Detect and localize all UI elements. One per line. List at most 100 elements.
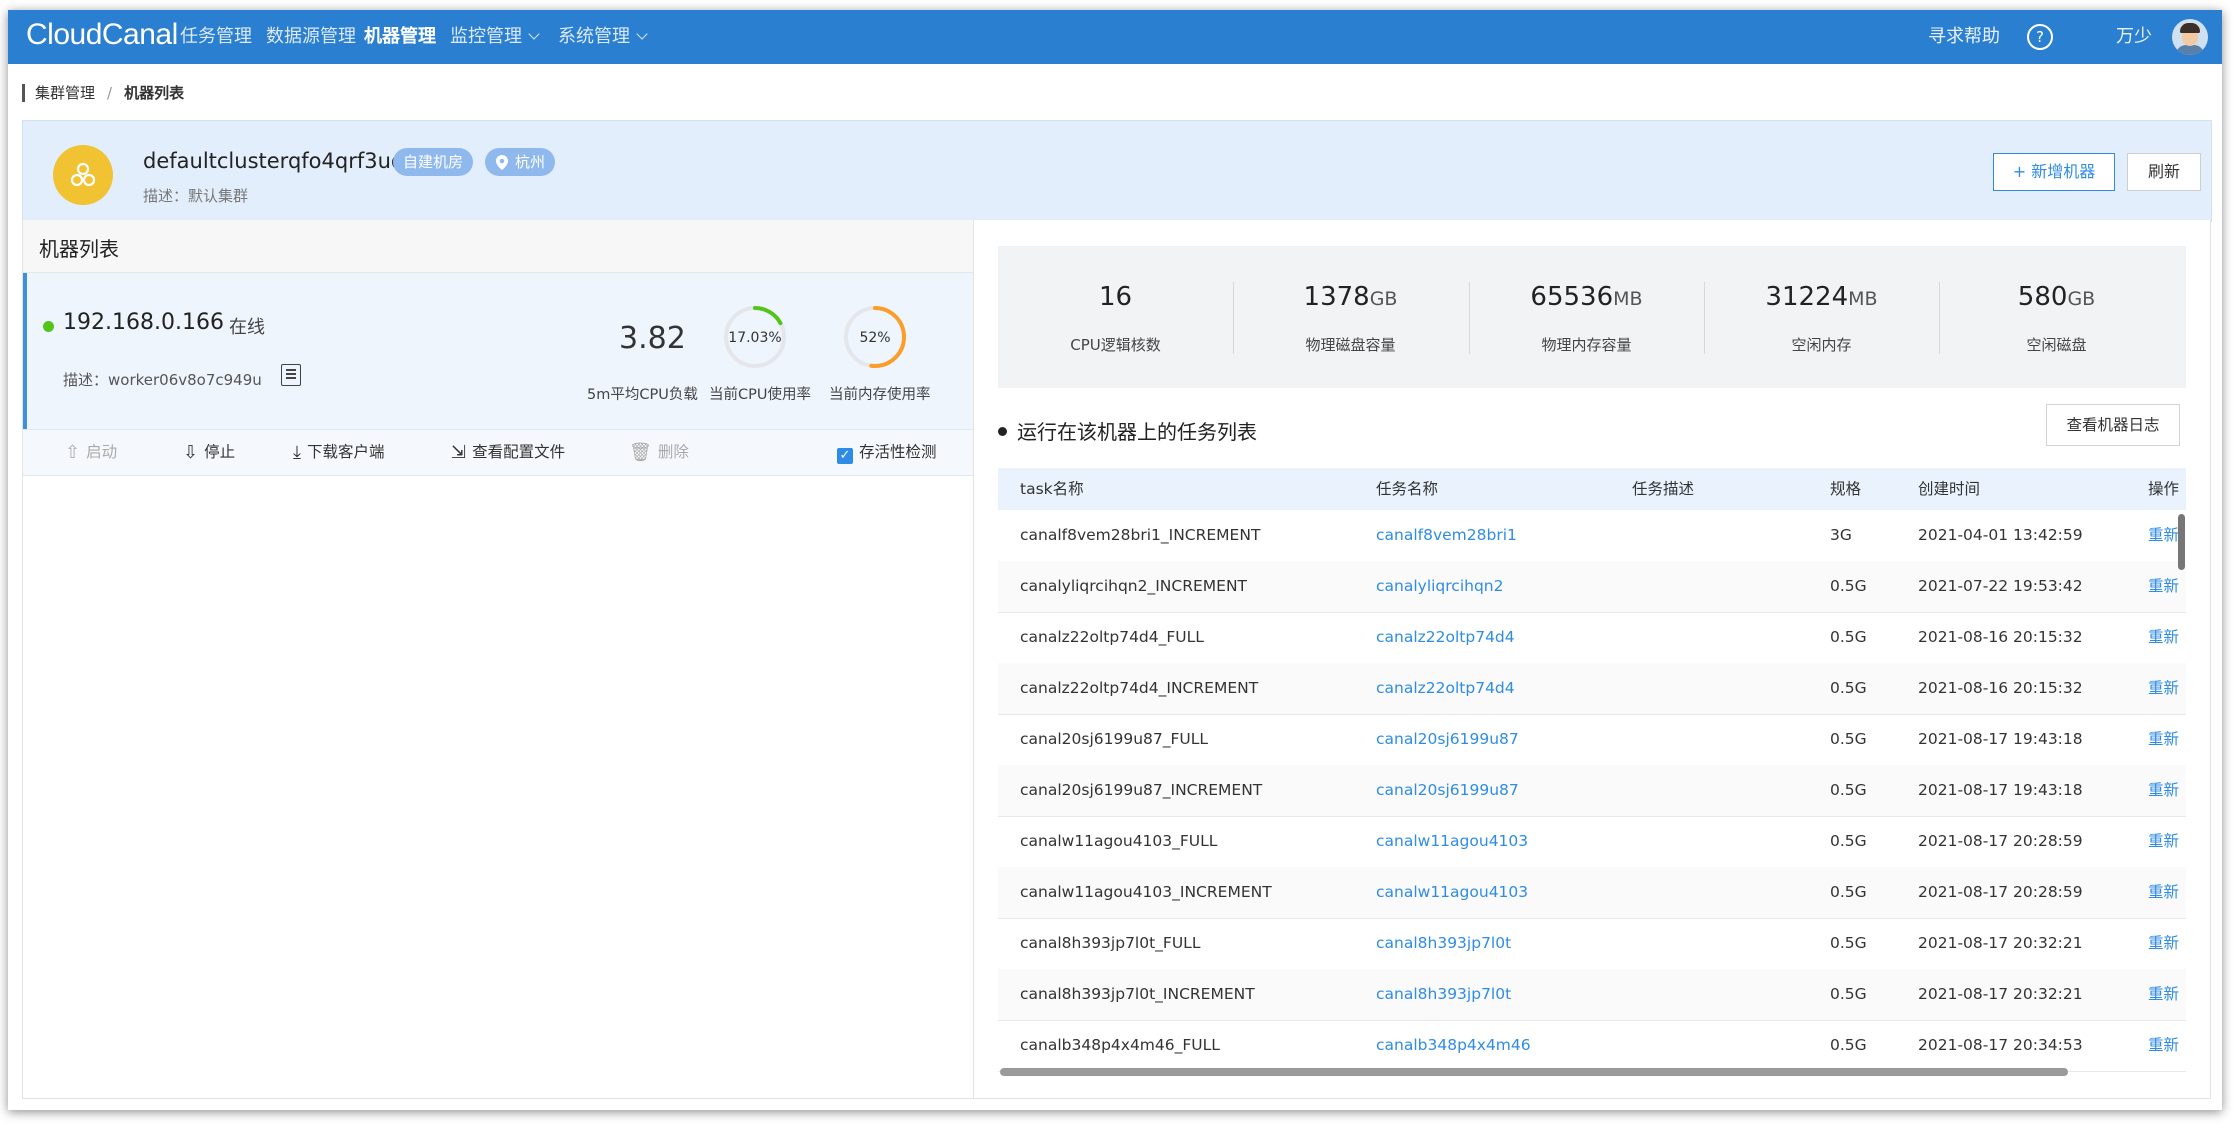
cell-operation-link[interactable]: 重新 — [2148, 816, 2179, 867]
table-row[interactable]: canalb348p4x4m46_FULL canalb348p4x4m46 0.5… — [998, 1020, 2186, 1072]
cell-job-name-link[interactable]: canal20sj6199u87 — [1376, 765, 1519, 816]
cell-spec: 0.5G — [1830, 1036, 1867, 1054]
nav-item-machines[interactable]: 机器管理 — [364, 10, 436, 64]
cell-operation-link[interactable]: 重新 — [2148, 867, 2179, 918]
nav-item-system-label: 系统管理 — [558, 26, 630, 47]
stop-button[interactable]: ⇩ 停止 — [183, 430, 235, 475]
cell-job-name-link[interactable]: canalf8vem28bri1 — [1376, 510, 1517, 561]
nav-item-monitoring[interactable]: 监控管理 — [450, 10, 540, 64]
table-row[interactable]: canal8h393jp7l0t_FULL canal8h393jp7l0t 0.5… — [998, 918, 2186, 970]
breadcrumb-separator: / — [107, 84, 113, 102]
help-link[interactable]: 寻求帮助 — [1928, 10, 2000, 64]
col-operations[interactable]: 操作 — [2148, 468, 2179, 510]
nav-item-system[interactable]: 系统管理 — [558, 10, 648, 64]
location-pin-icon — [496, 155, 508, 170]
stat-free-disk-unit: GB — [2067, 288, 2096, 310]
help-icon[interactable]: ? — [2027, 24, 2053, 50]
nav-item-tasks[interactable]: 任务管理 — [180, 10, 252, 64]
cell-operation-link[interactable]: 重新 — [2148, 918, 2179, 969]
add-machine-button[interactable]: + 新增机器 — [1993, 153, 2115, 191]
avatar[interactable] — [2172, 19, 2208, 55]
task-list-title: 运行在该机器上的任务列表 — [998, 416, 1257, 445]
view-machine-log-button[interactable]: 查看机器日志 — [2046, 404, 2180, 446]
cell-spec: 0.5G — [1830, 985, 1867, 1003]
cell-operation-link[interactable]: 重新 — [2148, 765, 2179, 816]
cell-spec: 0.5G — [1830, 730, 1867, 748]
stat-cpu-cores-value: 16 — [1098, 282, 1133, 312]
table-row[interactable]: canal20sj6199u87_FULL canal20sj6199u87 0.5… — [998, 714, 2186, 766]
cell-task-name: canal8h393jp7l0t_INCREMENT — [1020, 985, 1255, 1003]
cell-job-name-link[interactable]: canal20sj6199u87 — [1376, 714, 1519, 765]
cell-operation-link[interactable]: 重新 — [2148, 714, 2179, 765]
cell-job-name-link[interactable]: canalw11agou4103 — [1376, 867, 1528, 918]
cell-job-name-link[interactable]: canalb348p4x4m46 — [1376, 1020, 1531, 1071]
vertical-scrollbar[interactable] — [2178, 514, 2185, 570]
cell-task-name: canalyliqrcihqn2_INCREMENT — [1020, 577, 1248, 595]
cell-job-name-link[interactable]: canalz22oltp74d4 — [1376, 612, 1515, 663]
tag-datacenter-type: 自建机房 — [393, 148, 474, 176]
cell-operation-link[interactable]: 重新 — [2148, 969, 2179, 1020]
stat-free-memory-label: 空闲内存 — [1791, 336, 1852, 354]
table-row[interactable]: canalyliqrcihqn2_INCREMENT canalyliqrcihq… — [998, 561, 2186, 613]
cell-operation-link[interactable]: 重新 — [2148, 510, 2179, 561]
machine-list-title: 机器列表 — [39, 237, 119, 261]
table-row[interactable]: canalw11agou4103_INCREMENT canalw11agou41… — [998, 867, 2186, 919]
cell-job-name-link[interactable]: canal8h393jp7l0t — [1376, 969, 1511, 1020]
cell-operation-link[interactable]: 重新 — [2148, 1020, 2179, 1071]
arrow-up-icon: ⇧ — [65, 442, 81, 463]
cell-spec: 0.5G — [1830, 883, 1867, 901]
table-row[interactable]: canalw11agou4103_FULL canalw11agou4103 0.5… — [998, 816, 2186, 868]
task-list-title-text: 运行在该机器上的任务列表 — [1017, 420, 1257, 444]
refresh-button[interactable]: 刷新 — [2127, 153, 2201, 191]
cell-operation-link[interactable]: 重新 — [2148, 561, 2179, 612]
cell-job-name-link[interactable]: canalz22oltp74d4 — [1376, 663, 1515, 714]
col-spec[interactable]: 规格 — [1830, 468, 1861, 510]
breadcrumb-cluster-management[interactable]: 集群管理 — [35, 84, 95, 102]
stat-free-disk-label: 空闲磁盘 — [2026, 336, 2087, 354]
checkbox-checked-icon[interactable]: ✓ — [837, 448, 853, 464]
table-row[interactable]: canalf8vem28bri1_INCREMENT canalf8vem28br… — [998, 510, 2186, 562]
table-row[interactable]: canalz22oltp74d4_INCREMENT canalz22oltp74… — [998, 663, 2186, 715]
cell-operation-link[interactable]: 重新 — [2148, 663, 2179, 714]
col-created-time[interactable]: 创建时间 — [1918, 468, 1980, 510]
online-status-dot — [43, 321, 54, 332]
start-button[interactable]: ⇧ 启动 — [65, 430, 117, 475]
table-row[interactable]: canalz22oltp74d4_FULL canalz22oltp74d4 0.5… — [998, 612, 2186, 664]
cell-job-name-link[interactable]: canalyliqrcihqn2 — [1376, 561, 1503, 612]
cell-operation-link[interactable]: 重新 — [2148, 612, 2179, 663]
memory-usage-value: 52% — [859, 330, 891, 346]
nav-item-monitoring-label: 监控管理 — [450, 26, 522, 47]
stat-disk-capacity-label: 物理磁盘容量 — [1305, 336, 1396, 354]
cpu-usage-label: 当前CPU使用率 — [709, 387, 811, 403]
nav-item-datasources[interactable]: 数据源管理 — [266, 10, 356, 64]
cell-job-name-link[interactable]: canal8h393jp7l0t — [1376, 918, 1511, 969]
user-name[interactable]: 万少 — [2116, 10, 2152, 64]
stat-free-memory: 31224MB 空闲内存 — [1704, 246, 1939, 388]
horizontal-scrollbar[interactable] — [1000, 1068, 2068, 1076]
col-task-name[interactable]: task名称 — [1020, 468, 1084, 510]
stat-cpu-cores-label: CPU逻辑核数 — [1070, 336, 1161, 354]
table-row[interactable]: canal20sj6199u87_INCREMENT canal20sj6199u… — [998, 765, 2186, 817]
chevron-down-icon — [528, 28, 540, 40]
view-config-button[interactable]: ⇲ 查看配置文件 — [451, 430, 565, 475]
cell-spec: 0.5G — [1830, 781, 1867, 799]
cell-spec: 0.5G — [1830, 628, 1867, 646]
view-config-label: 查看配置文件 — [472, 443, 566, 461]
machine-card[interactable]: 192.168.0.166 在线 描述：worker06v8o7c949u 3.… — [23, 273, 973, 429]
delete-button[interactable]: 🗑 删除 — [629, 430, 689, 475]
app-logo[interactable]: CloudCanal — [26, 18, 178, 52]
edit-description-icon[interactable] — [281, 364, 301, 386]
stop-label: 停止 — [204, 443, 236, 461]
col-job-name[interactable]: 任务名称 — [1376, 468, 1438, 510]
cpu-usage-value: 17.03% — [728, 330, 782, 346]
col-job-description[interactable]: 任务描述 — [1632, 468, 1694, 510]
stat-free-disk: 580GB 空闲磁盘 — [1939, 246, 2174, 388]
cell-job-name-link[interactable]: canalw11agou4103 — [1376, 816, 1528, 867]
liveness-check-toggle[interactable]: ✓ 存活性检测 — [837, 430, 937, 475]
cell-task-name: canalw11agou4103_FULL — [1020, 832, 1218, 850]
download-client-button[interactable]: ⤓ 下载客户端 — [293, 430, 384, 475]
tag-location-label: 杭州 — [515, 153, 546, 171]
machine-toolbar: ⇧ 启动 ⇩ 停止 ⤓ 下载客户端 ⇲ 查看配置文件 🗑 删除 ✓ 存活性检测 — [23, 429, 973, 476]
stat-memory-capacity-label: 物理内存容量 — [1541, 336, 1632, 354]
table-row[interactable]: canal8h393jp7l0t_INCREMENT canal8h393jp7l… — [998, 969, 2186, 1021]
